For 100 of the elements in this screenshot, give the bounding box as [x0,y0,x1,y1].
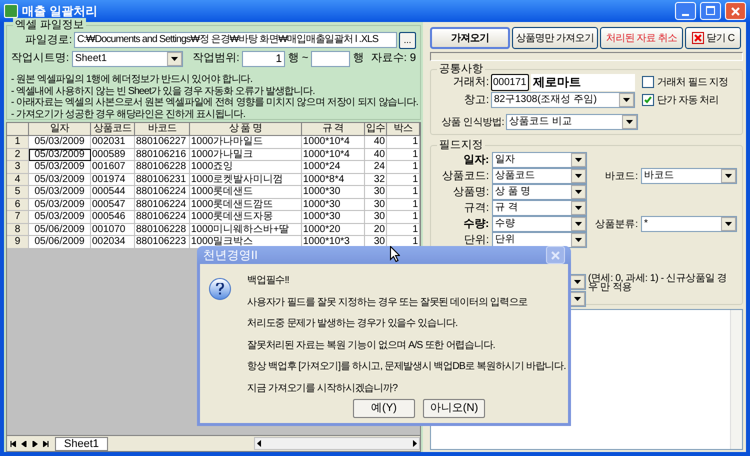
table-cell: 1000*30 [302,211,365,224]
table-cell: 880106228 [135,224,190,236]
close-icon [692,32,704,44]
row-number[interactable]: 5 [7,186,29,198]
field-dropdown[interactable]: 수량 [492,216,587,232]
table-cell: 20 [365,224,387,236]
sheet-dropdown[interactable]: Sheet1 [72,50,184,66]
row-number[interactable]: 3 [7,161,29,174]
browse-button[interactable]: ... [399,32,416,48]
dialog-button[interactable]: 예(Y) [353,399,415,418]
table-cell: 880106227 [135,136,190,148]
note-text: - 아래자료는 엑셀의 사본으로서 원본 엑셀파일에 전혀 영향를 미치지 않으며 저장이 되지 않습니다. [11,97,418,108]
action-button[interactable]: 가져오기 [430,27,510,49]
table-cell: 000544 [91,186,135,198]
path-field[interactable]: C:₩Documents and Settings₩정 은경₩바탕 화면₩매입매출일괄처 l .XLS [74,32,397,48]
field-label: 창고: [462,92,489,108]
table-cell: 880106224 [135,186,190,198]
table-cell: 24 [365,161,387,174]
table-cell: 1000미니웨하스바+딸 [190,224,302,236]
table-cell: 880106224 [135,198,190,211]
checkbox[interactable] [642,94,654,106]
checkbox-label: 거래처 필드 지정 [657,76,728,90]
checkbox[interactable] [642,76,654,88]
field-dropdown[interactable]: 상품코드 [492,168,587,184]
table-cell: 05/03/2009 [29,198,91,211]
table-cell: 05/03/2009 [29,161,91,174]
table-cell: 002034 [91,236,135,248]
message-text: 처리도중 문제가 발생하는 경우가 있을수 있습니다. [247,317,458,331]
action-button[interactable]: 상품명만 가져오기 [512,27,598,49]
row-number[interactable]: 6 [7,198,29,211]
table-cell: 05/03/2009 [29,148,91,161]
field-label: 규격: [462,200,489,216]
vertical-scrollbar[interactable] [730,310,742,449]
field-dropdown[interactable]: 바코드 [641,168,737,184]
left-arrow-icon[interactable] [257,440,261,447]
table-cell: 32 [365,174,387,186]
table-cell: 05/03/2009 [29,186,91,198]
field-label: 상품명: [452,184,489,200]
note-text: - 가져오기가 성공한 경우 해당라인은 진하게 표시됩니다. [11,108,246,120]
table-cell: 1000*24 [302,161,365,174]
range-end-field[interactable] [311,50,350,66]
table-cell: 05/03/2009 [29,174,91,186]
field-label: 거래처: [452,74,489,90]
table-cell: 1000로켓발사미니껌 [190,174,302,186]
vendor-code-field[interactable]: 000171 [491,74,529,90]
message-text: 사용자가 필드를 잘못 지정하는 경우 또는 잘못된 데이터의 입력으로 [247,296,528,310]
note-text: (면세: 0, 과세: 1) - 신규상품일 경우 만 적용 [588,274,728,292]
row-number[interactable]: 4 [7,174,29,186]
table-cell: 880106224 [135,211,190,224]
warehouse-dropdown[interactable]: 82구1308(조재성 주임) [491,92,635,108]
field-label: 수량: [462,216,489,232]
row-number[interactable]: 2 [7,148,29,161]
table-cell: 880106231 [135,174,190,186]
table-cell: 05/03/2009 [29,136,91,148]
field-dropdown[interactable]: 단위 [492,232,587,248]
table-cell: 30 [365,198,387,211]
table-cell: 1 [387,211,420,224]
field-label: 상품 인식방법: [440,116,504,130]
table-cell: 001070 [91,224,135,236]
group-label: 공통사항 [437,62,485,76]
field-dropdown[interactable]: 일자 [492,152,587,168]
table-cell: 1 [387,161,420,174]
table-cell: 40 [365,148,387,161]
table-cell: 1000롯데샌드 [190,186,302,198]
table-cell: 1000죠잉 [190,161,302,174]
table-cell: 1000*30 [302,186,365,198]
table-cell: 880106228 [135,161,190,174]
app-icon [4,4,18,18]
table-cell: 1 [387,224,420,236]
group-label: 필드지정 [437,138,485,152]
row-number[interactable]: 7 [7,211,29,224]
record-count: 자료수: 9 [370,51,416,66]
row-number[interactable]: 8 [7,224,29,236]
range-start-field[interactable]: 1 [242,50,285,66]
row-number[interactable]: 9 [7,236,29,248]
table-cell: 1 [387,148,420,161]
action-button[interactable]: 처리된 자료 취소 [600,27,683,49]
vendor-name-field[interactable]: 제로마트 [531,74,635,90]
horizontal-scrollbar[interactable] [254,437,420,450]
table-cell: 001607 [91,161,135,174]
dialog-title: 천년경영II [203,247,258,264]
note-text: - 엑셀내에 사용하지 않는 빈 Sheet가 있을 경우 자동화 오류가 발생합니다. [11,86,315,97]
table-cell: 1000*20 [302,224,365,236]
row-number[interactable]: 1 [7,136,29,148]
window-title: 매출 일괄처리 [22,3,98,20]
group-label: 엑셀 파일정보 [13,18,86,32]
dialog-button[interactable]: 아니오(N) [423,399,485,418]
right-arrow-icon[interactable] [413,440,417,447]
table-cell: 05/03/2009 [29,211,91,224]
field-dropdown[interactable]: * [641,216,737,232]
match-method-dropdown[interactable]: 상품코드 비교 [506,114,638,130]
maximize-icon[interactable] [700,2,721,20]
message-text: 항상 백업후 [가져오기]를 하시고, 문제발생시 백업DB로 복원하시기 바랍니다. [247,360,566,374]
field-dropdown[interactable]: 상 품 명 [492,184,587,200]
question-icon [209,278,231,300]
table-cell: 001974 [91,174,135,186]
minimize-icon[interactable] [675,2,696,20]
action-button[interactable]: 닫기 C [685,27,741,49]
sheet-tab[interactable]: Sheet1 [55,436,108,450]
field-dropdown[interactable]: 규 격 [492,200,587,216]
